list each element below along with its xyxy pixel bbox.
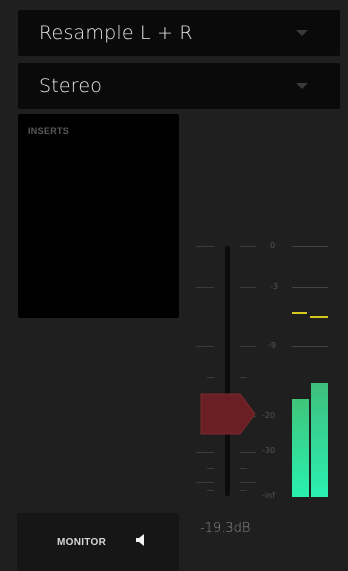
scale-tick	[240, 468, 247, 469]
scale-tick	[196, 452, 214, 453]
scale-tick	[207, 468, 214, 469]
scale-label: -30	[262, 446, 276, 455]
fader-cap[interactable]	[200, 393, 256, 435]
scale-tick	[240, 287, 256, 288]
fader-track[interactable]	[225, 246, 230, 496]
scale-label: -3	[270, 282, 278, 291]
scale-tick	[196, 346, 214, 347]
peak-indicator-left	[292, 312, 307, 314]
channel-select[interactable]: Stereo	[18, 63, 340, 109]
scale-label: -20	[262, 411, 276, 420]
scale-line	[292, 287, 328, 288]
inserts-title: INSERTS	[28, 126, 70, 136]
scale-tick	[240, 246, 256, 247]
peak-indicator-right	[310, 316, 328, 318]
chevron-down-icon	[296, 83, 308, 89]
scale-tick	[207, 490, 214, 491]
input-select-label: Resample L + R	[39, 22, 193, 44]
scale-tick	[240, 452, 256, 453]
fader-db-readout: -19.3dB	[200, 521, 251, 536]
scale-tick	[207, 377, 214, 378]
scale-label: 0	[270, 241, 276, 250]
scale-tick	[240, 482, 256, 483]
scale-tick	[196, 482, 214, 483]
scale-line	[292, 246, 328, 247]
monitor-button[interactable]: MONITOR	[17, 513, 179, 571]
level-meter-left	[292, 399, 309, 497]
chevron-down-icon	[296, 30, 308, 36]
channel-select-label: Stereo	[39, 75, 103, 97]
scale-tick	[196, 287, 214, 288]
scale-tick	[240, 346, 256, 347]
input-select[interactable]: Resample L + R	[18, 10, 340, 56]
inserts-panel[interactable]: INSERTS	[18, 114, 179, 318]
scale-tick	[196, 246, 214, 247]
scale-tick	[240, 490, 247, 491]
scale-label: -9	[268, 341, 276, 350]
speaker-icon	[136, 534, 144, 546]
level-meter-right	[311, 383, 328, 497]
scale-tick	[240, 377, 247, 378]
scale-label: -inf	[262, 491, 275, 500]
monitor-label: MONITOR	[57, 537, 107, 548]
scale-line	[292, 346, 328, 347]
